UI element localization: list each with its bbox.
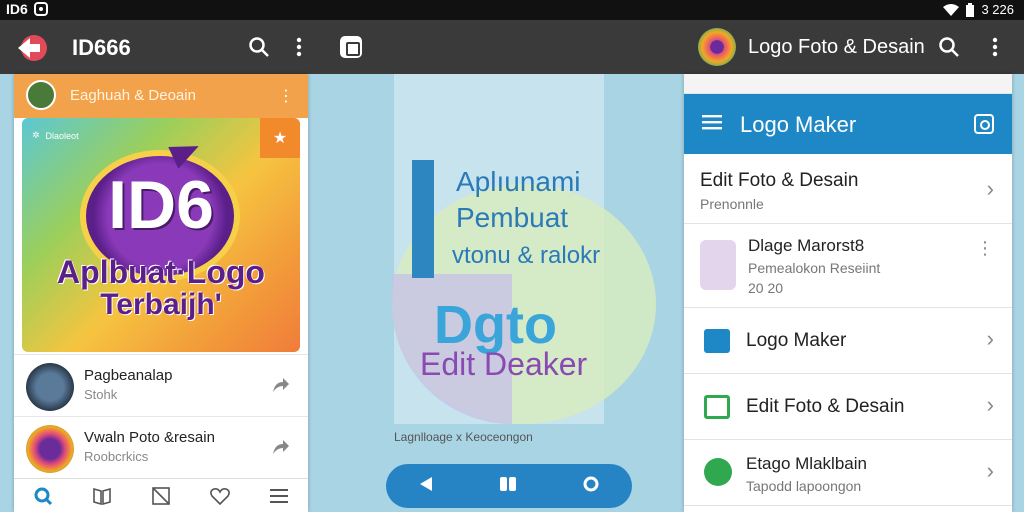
banner-big-text: ID6 bbox=[108, 167, 214, 243]
right-app-panel: Logo Maker Edit Foto & Desain Prenonnle … bbox=[684, 74, 1012, 512]
chevron-right-icon: › bbox=[986, 458, 994, 483]
list-item-title: Pagbeanalap bbox=[84, 367, 173, 384]
list-item-subtitle: Tapodd lapoongon bbox=[746, 478, 862, 494]
splash-line5: Edit Deaker bbox=[420, 346, 588, 382]
image-nav-icon[interactable] bbox=[150, 485, 172, 507]
bottom-navigation bbox=[14, 478, 308, 512]
heart-nav-icon[interactable] bbox=[209, 485, 231, 507]
item-thumbnail bbox=[26, 425, 74, 473]
search-icon bbox=[939, 37, 959, 57]
app-title: ID666 bbox=[72, 35, 131, 60]
menu-nav-icon[interactable] bbox=[268, 485, 290, 507]
more-vert-icon bbox=[992, 37, 998, 57]
list-item-title: Etago Mlaklbain bbox=[746, 454, 867, 473]
right-panel-header: Logo Maker bbox=[684, 94, 1012, 154]
status-label: ID6 bbox=[6, 1, 28, 17]
back-button[interactable] bbox=[14, 30, 50, 66]
overflow-menu-button[interactable] bbox=[286, 34, 312, 60]
chart-icon bbox=[704, 329, 730, 353]
list-item-title: Edit Foto & Desain bbox=[746, 396, 905, 417]
right-panel-title: Logo Maker bbox=[740, 112, 857, 137]
app-icon bbox=[700, 240, 736, 290]
banner-line1: Aplbuat·Logo bbox=[57, 254, 265, 290]
promo-banner[interactable]: ✲ Dlaoleot ★ ID6 Aplbuat·Logo Terbaijh' bbox=[22, 118, 300, 352]
search-nav-icon[interactable] bbox=[32, 485, 54, 507]
back-arrow-icon bbox=[18, 35, 47, 61]
list-item-title: Dlage Marorst8 bbox=[748, 236, 865, 255]
camera-icon[interactable] bbox=[974, 114, 994, 134]
more-vert-icon[interactable]: ⋮ bbox=[976, 238, 994, 259]
list-item-subtitle: Roobcrkics bbox=[84, 449, 149, 464]
list-item[interactable]: Dlage Marorst8 Pemealokon Reseiint 20 20… bbox=[684, 224, 1012, 308]
star-badge-icon[interactable]: ★ bbox=[260, 118, 300, 158]
splash-line3: vtonu & ralokr bbox=[452, 242, 601, 269]
app-bar: ID666 Logo Foto & Desain bbox=[0, 20, 1024, 74]
list-item-title: Vwaln Poto &resain bbox=[84, 429, 215, 446]
search-icon bbox=[249, 37, 269, 57]
gear-icon: ✲ bbox=[32, 130, 40, 140]
list-item-subtitle: Pemealokon Reseiint bbox=[748, 260, 881, 276]
item-thumbnail bbox=[26, 363, 74, 411]
splash-screen: Aplıunami Pembuat vtonu & ralokr Dgto Ed… bbox=[316, 74, 680, 512]
share-icon[interactable] bbox=[272, 377, 290, 398]
splash-footer: Lagnlloage x Keoceongon bbox=[394, 430, 533, 444]
app-logo-avatar bbox=[698, 28, 736, 66]
back-triangle-icon[interactable] bbox=[418, 476, 434, 497]
app-badge-icon bbox=[704, 458, 732, 486]
list-item[interactable]: Edit Foto & Desain Prenonnle › bbox=[684, 154, 1012, 224]
list-item[interactable]: Edit Foto & Desain › bbox=[684, 374, 1012, 440]
list-item-title: Edit Foto & Desain bbox=[700, 170, 859, 191]
list-item-title: Logo Maker bbox=[746, 330, 847, 351]
left-panel-title: Eaghuah & Deoain bbox=[70, 87, 196, 104]
recents-icon[interactable] bbox=[499, 476, 517, 497]
notification-icon bbox=[33, 2, 48, 16]
search-button-right[interactable] bbox=[936, 34, 962, 60]
list-item[interactable]: Etago Mlaklbain Tapodd lapoongon › bbox=[684, 440, 1012, 506]
overflow-menu-button-right[interactable] bbox=[982, 34, 1008, 60]
right-panel-topstrip bbox=[684, 74, 1012, 94]
chevron-right-icon: › bbox=[986, 176, 994, 201]
left-app-panel: Eaghuah & Deoain ⋮ ✲ Dlaoleot ★ ID6 Aplb… bbox=[14, 74, 308, 512]
splash-accent-bar bbox=[412, 160, 434, 278]
app-switch-icon[interactable] bbox=[340, 36, 362, 58]
splash-line1: Aplıunami bbox=[456, 166, 581, 197]
more-vert-icon bbox=[296, 37, 302, 57]
clock-text: 3 226 bbox=[981, 2, 1014, 17]
battery-icon bbox=[965, 2, 975, 17]
left-panel-header: Eaghuah & Deoain ⋮ bbox=[14, 74, 308, 118]
list-item[interactable]: Pagbeanalap Stohk bbox=[14, 354, 308, 418]
wifi-icon bbox=[943, 3, 960, 16]
banner-line2: Terbaijh' bbox=[100, 288, 222, 321]
image-edit-icon bbox=[704, 395, 730, 419]
search-button[interactable] bbox=[246, 34, 272, 60]
book-nav-icon[interactable] bbox=[91, 485, 113, 507]
splash-line2: Pembuat bbox=[456, 202, 569, 233]
banner-tag: Dlaoleot bbox=[45, 130, 79, 141]
home-circle-icon[interactable] bbox=[582, 475, 600, 498]
avatar[interactable] bbox=[26, 80, 56, 110]
share-icon[interactable] bbox=[272, 439, 290, 460]
list-item[interactable]: Logo Maker › bbox=[684, 308, 1012, 374]
app-title-right: Logo Foto & Desain bbox=[748, 36, 925, 58]
chevron-right-icon: › bbox=[986, 392, 994, 417]
status-bar: ID6 3 226 bbox=[0, 0, 1024, 20]
list-item[interactable]: Vwaln Poto &resain Roobcrkics bbox=[14, 416, 308, 480]
list-item-meta: 20 20 bbox=[748, 280, 784, 296]
list-item-subtitle: Stohk bbox=[84, 387, 118, 402]
list-item-subtitle: Prenonnle bbox=[700, 196, 764, 212]
hamburger-menu-icon[interactable] bbox=[702, 114, 722, 135]
more-vert-icon[interactable]: ⋮ bbox=[278, 86, 294, 106]
chevron-right-icon: › bbox=[986, 326, 994, 351]
system-navigation-bar bbox=[386, 464, 632, 508]
